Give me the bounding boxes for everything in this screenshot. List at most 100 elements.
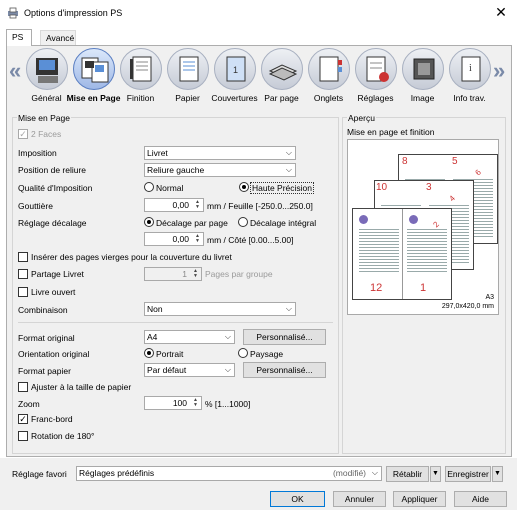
scroll-right-icon[interactable]: » — [493, 58, 505, 84]
insert-blank-label: Insérer des pages vierges pour la couver… — [31, 252, 232, 262]
combine-select[interactable]: Non ⌵ — [144, 302, 296, 316]
favorite-select[interactable]: Réglages prédéfinis (modifié) ⌵ — [76, 466, 382, 481]
paper-custom-button[interactable]: Personnalisé... — [243, 362, 326, 378]
open-book-checkbox[interactable] — [18, 287, 28, 297]
category-info-trav[interactable]: i Info trav. — [447, 46, 492, 106]
spin-arrows-icon[interactable]: ▲ ▼ — [191, 269, 200, 279]
rotate-label: Rotation de 180° — [31, 431, 95, 441]
apply-button[interactable]: Appliquer — [393, 491, 446, 507]
chevron-down-icon: ⌵ — [371, 468, 378, 477]
gutter-input[interactable]: 0,00 ▲ ▼ — [144, 198, 204, 212]
tab-ps[interactable]: PS — [6, 29, 32, 46]
category-mise-en-page[interactable]: Mise en Page — [67, 46, 120, 106]
shift-integral-radio[interactable] — [238, 217, 248, 227]
category-reglages[interactable]: Réglages — [353, 46, 398, 106]
category-finition[interactable]: Finition — [118, 46, 163, 106]
category-image[interactable]: Image — [400, 46, 445, 106]
spin-arrows-icon[interactable]: ▲ ▼ — [193, 234, 202, 244]
category-papier[interactable]: Papier — [165, 46, 210, 106]
two-faces-label: 2 Faces — [31, 129, 62, 139]
split-unit: Pages par groupe — [205, 269, 273, 279]
layout-group-title: Mise en Page — [17, 113, 71, 123]
gutter-label: Gouttière — [18, 201, 53, 211]
shift-label: Réglage décalage — [18, 218, 87, 228]
portrait-radio[interactable] — [144, 348, 154, 358]
quality-high-radio[interactable] — [239, 182, 249, 192]
quality-normal-radio[interactable] — [144, 182, 154, 192]
save-button[interactable]: Enregistrer — [445, 466, 491, 482]
shift-input[interactable]: 0,00 ▲ ▼ — [144, 232, 204, 246]
category-general[interactable]: Général — [24, 46, 69, 106]
combine-label: Combinaison — [18, 305, 68, 315]
restore-menu-icon[interactable]: ▼ — [430, 466, 441, 482]
save-menu-icon[interactable]: ▼ — [492, 466, 503, 482]
edge-checkbox[interactable]: ✓ — [18, 414, 28, 424]
split-booklet-checkbox[interactable] — [18, 269, 28, 279]
finishing-icon — [120, 48, 162, 90]
text-lines — [359, 227, 399, 273]
orig-format-select[interactable]: A4 ⌵ — [144, 330, 235, 344]
flower-icon — [409, 215, 418, 224]
spin-arrows-icon[interactable]: ▲ ▼ — [193, 200, 202, 210]
rotate-checkbox[interactable] — [18, 431, 28, 441]
help-button[interactable]: Aide — [454, 491, 507, 507]
tabs-icon — [308, 48, 350, 90]
split-input[interactable]: 1 ▲ ▼ — [144, 267, 202, 281]
split-booklet-label: Partage Livret — [31, 269, 84, 279]
shift-page-label: Décalage par page — [156, 218, 228, 228]
tab-avance[interactable]: Avancé — [40, 30, 76, 45]
category-couvertures[interactable]: 1 Couvertures — [211, 46, 258, 106]
ok-button[interactable]: OK — [270, 491, 325, 507]
shift-integral-label: Décalage intégral — [250, 218, 317, 228]
insert-blank-checkbox[interactable] — [18, 252, 28, 262]
page-number: 1 — [420, 282, 427, 294]
gutter-value: 0,00 — [172, 200, 189, 210]
combine-value: Non — [147, 304, 163, 314]
preview-paper: A3 — [485, 294, 494, 301]
printer-icon — [8, 7, 18, 19]
settings-icon — [355, 48, 397, 90]
tab-bar: PS Avancé — [0, 27, 517, 46]
spine-line — [402, 209, 403, 299]
imposition-label: Imposition — [18, 148, 57, 158]
preview-area: 8 5 6 10 3 4 12 1 2 A3 297,0x420,0 mm — [347, 139, 499, 315]
restore-button[interactable]: Rétablir — [386, 466, 429, 482]
paper-format-select[interactable]: Par défaut ⌵ — [144, 363, 235, 377]
chevron-down-icon: ⌵ — [224, 365, 231, 374]
page-number: 5 — [452, 156, 458, 167]
category-onglets[interactable]: Onglets — [306, 46, 351, 106]
imposition-value: Livret — [147, 148, 168, 158]
chevron-down-icon: ⌵ — [224, 332, 231, 341]
separator — [18, 322, 333, 323]
cover-icon: 1 — [214, 48, 256, 90]
scroll-left-icon[interactable]: « — [9, 58, 21, 84]
preview-dims: 297,0x420,0 mm — [441, 303, 494, 310]
open-book-label: Livre ouvert — [31, 287, 76, 297]
shift-page-radio[interactable] — [144, 217, 154, 227]
shift-unit: mm / Côté [0.00...5.00] — [207, 235, 294, 245]
imposition-select[interactable]: Livret ⌵ — [144, 146, 296, 160]
edge-label: Franc-bord — [31, 414, 73, 424]
two-faces-checkbox[interactable]: ✓ — [18, 129, 28, 139]
favorite-label: Réglage favori — [12, 469, 67, 479]
cancel-button[interactable]: Annuler — [333, 491, 386, 507]
binding-value: Reliure gauche — [147, 165, 205, 175]
binding-select[interactable]: Reliure gauche ⌵ — [144, 163, 296, 177]
per-page-icon — [261, 48, 303, 90]
page-number: 3 — [426, 182, 432, 193]
category-par-page[interactable]: Par page — [259, 46, 304, 106]
landscape-radio[interactable] — [238, 348, 248, 358]
orig-custom-button[interactable]: Personnalisé... — [243, 329, 326, 345]
gutter-unit: mm / Feuille [-250.0...250.0] — [207, 201, 313, 211]
zoom-input[interactable]: 100 ▲ ▼ — [144, 396, 202, 410]
binding-label: Position de reliure — [18, 165, 87, 175]
spin-arrows-icon[interactable]: ▲ ▼ — [191, 398, 200, 408]
landscape-label: Paysage — [250, 349, 284, 359]
paper-format-label: Format papier — [18, 366, 71, 376]
quality-label: Qualité d'Imposition — [18, 183, 93, 193]
window-title: Options d'impression PS — [24, 8, 123, 18]
fit-paper-checkbox[interactable] — [18, 382, 28, 392]
chevron-down-icon: ⌵ — [285, 148, 292, 157]
close-icon[interactable]: ✕ — [494, 4, 508, 20]
quality-high-label: Haute Précision — [250, 182, 315, 194]
